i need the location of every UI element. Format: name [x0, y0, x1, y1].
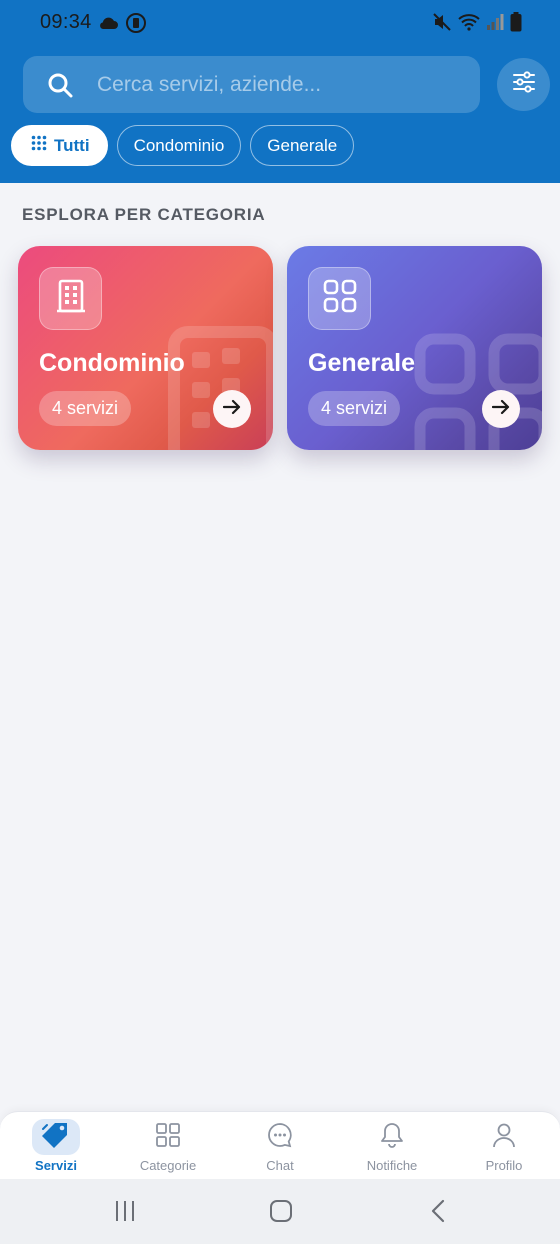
mute-icon	[432, 12, 452, 37]
bottom-navigation: Servizi Categorie Chat Notifiche Profilo	[0, 1111, 560, 1179]
nav-label: Notifiche	[366, 1158, 418, 1173]
status-bar: 09:34	[0, 0, 560, 46]
nav-label: Servizi	[35, 1158, 77, 1173]
search-input[interactable]	[97, 56, 467, 113]
user-icon	[492, 1122, 516, 1153]
nav-item-chat[interactable]: Chat	[224, 1112, 336, 1180]
sliders-icon	[512, 71, 536, 98]
battery-icon	[510, 12, 522, 37]
category-card-condominio[interactable]: Condominio 4 servizi	[18, 246, 273, 450]
grid-squares-icon	[323, 279, 357, 318]
nav-label: Profilo	[485, 1158, 523, 1173]
card-icon-container	[39, 267, 102, 330]
nav-item-categorie[interactable]: Categorie	[112, 1112, 224, 1180]
chip-label: Condominio	[133, 135, 225, 155]
nav-item-notifiche[interactable]: Notifiche	[336, 1112, 448, 1180]
nav-item-profilo[interactable]: Profilo	[448, 1112, 560, 1180]
chip-label: Tutti	[54, 135, 90, 155]
back-icon[interactable]	[428, 1199, 448, 1228]
dots-grid-icon	[31, 135, 47, 156]
chip-tutti[interactable]: Tutti	[11, 125, 108, 166]
services-count-badge: 4 servizi	[308, 391, 401, 426]
filter-button[interactable]	[497, 58, 550, 111]
chip-generale[interactable]: Generale	[250, 125, 355, 166]
nav-label: Chat	[266, 1158, 294, 1173]
services-count-badge: 4 servizi	[39, 391, 132, 426]
nav-label: Categorie	[139, 1158, 197, 1173]
signal-icon	[486, 13, 504, 36]
arrow-right-icon	[222, 399, 241, 420]
building-icon	[56, 279, 85, 318]
status-time: 09:34	[40, 11, 92, 33]
chip-condominio[interactable]: Condominio	[116, 125, 242, 166]
section-title: ESPLORA PER CATEGORIA	[22, 205, 266, 224]
nav-item-servizi[interactable]: Servizi	[0, 1112, 112, 1180]
app-header: 09:34 Cerca servizi, aziende... Tutti Co…	[0, 0, 560, 183]
search-icon	[47, 72, 73, 98]
card-title: Generale	[308, 349, 416, 377]
chip-label: Generale	[267, 135, 338, 155]
bell-icon	[380, 1122, 404, 1153]
arrow-right-icon	[491, 399, 510, 420]
cloud-icon	[97, 15, 119, 36]
home-icon[interactable]	[269, 1199, 293, 1228]
grid-icon	[155, 1122, 181, 1153]
open-category-button[interactable]	[482, 390, 520, 428]
tag-icon	[41, 1121, 71, 1154]
building-watermark-icon	[168, 326, 273, 450]
category-filter-chips: Tutti Condominio Generale	[11, 125, 355, 166]
category-card-generale[interactable]: Generale 4 servizi	[287, 246, 542, 450]
search-bar[interactable]	[23, 56, 480, 113]
screen-record-icon	[125, 12, 147, 39]
open-category-button[interactable]	[213, 390, 251, 428]
card-title: Condominio	[39, 349, 185, 377]
recent-apps-icon[interactable]	[113, 1199, 137, 1228]
system-navigation-bar	[0, 1179, 560, 1244]
wifi-icon	[458, 13, 480, 36]
card-icon-container	[308, 267, 371, 330]
grid-watermark-icon	[414, 333, 542, 450]
chat-bubble-icon	[267, 1122, 293, 1153]
